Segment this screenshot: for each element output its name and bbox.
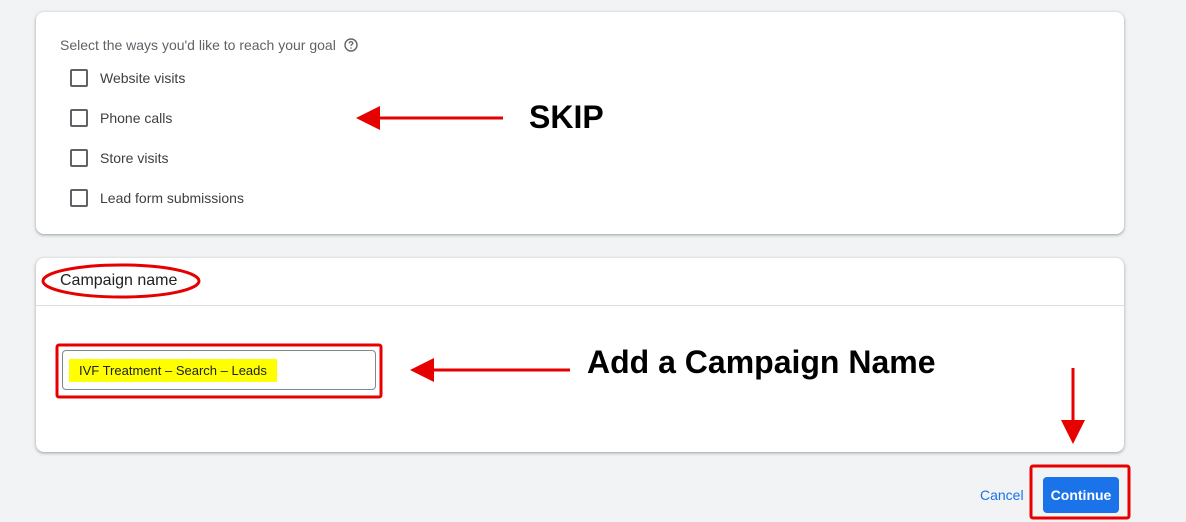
checkbox[interactable]	[70, 69, 88, 87]
option-label: Phone calls	[100, 110, 173, 126]
help-circle-icon[interactable]	[344, 38, 358, 52]
checkbox[interactable]	[70, 149, 88, 167]
option-phone-calls[interactable]: Phone calls	[70, 109, 172, 127]
option-store-visits[interactable]: Store visits	[70, 149, 168, 167]
reach-goal-title: Select the ways you'd like to reach your…	[60, 37, 336, 53]
campaign-name-header: Campaign name	[36, 258, 1124, 306]
checkbox[interactable]	[70, 109, 88, 127]
campaign-name-title: Campaign name	[60, 272, 178, 289]
annotation-add-name-text: Add a Campaign Name	[587, 344, 936, 380]
continue-button[interactable]: Continue	[1043, 477, 1119, 513]
campaign-name-card: Campaign name IVF Treatment – Search – L…	[36, 258, 1124, 452]
option-label: Website visits	[100, 70, 186, 86]
campaign-name-value: IVF Treatment – Search – Leads	[69, 359, 277, 382]
checkbox[interactable]	[70, 189, 88, 207]
cancel-button[interactable]: Cancel	[980, 487, 1024, 503]
option-label: Store visits	[100, 150, 169, 166]
annotation-skip-text: SKIP	[529, 99, 604, 135]
option-website-visits[interactable]: Website visits	[70, 69, 185, 87]
option-lead-form-submissions[interactable]: Lead form submissions	[70, 189, 244, 207]
reach-goal-title-row: Select the ways you'd like to reach your…	[60, 37, 358, 53]
campaign-name-input[interactable]: IVF Treatment – Search – Leads	[62, 350, 376, 390]
option-label: Lead form submissions	[100, 190, 244, 206]
